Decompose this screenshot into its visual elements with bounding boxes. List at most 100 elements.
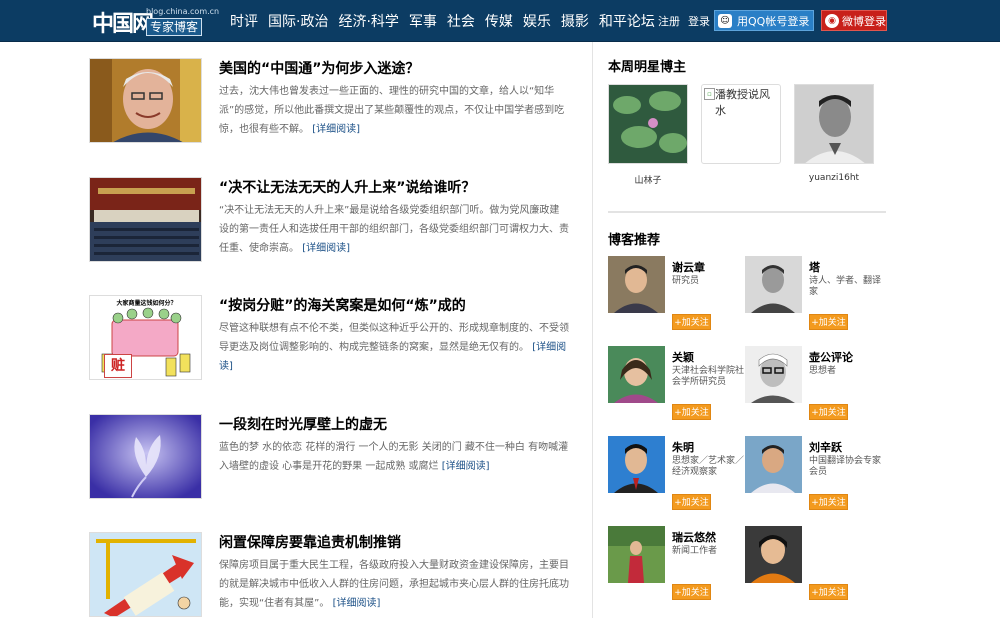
article-title[interactable]: 闲置保障房要靠追责机制推销 [219,532,401,552]
blogger-card: 瑞云悠然 新闻工作者 +加关注 [608,526,743,611]
main-nav: 时评 国际·政治 经济·科学 军事 社会 传媒 娱乐 摄影 和平论坛 [230,0,665,41]
star-blogger-card[interactable]: ▫ 潘教授说风水 [701,84,781,173]
blogger-name[interactable]: 朱明 [672,439,694,455]
bloggers-section-title: 博客推荐 [608,233,661,248]
blogger-desc: 中国翻译协会专家会员 [809,456,882,477]
blogger-desc: 新闻工作者 [672,546,718,556]
article-summary: 尽管这种联想有点不伦不类，但类似这种近乎公开的、形成规章制度的、不受领导更迭及岗… [219,319,569,376]
follow-button[interactable]: +加关注 [672,584,711,600]
article-title[interactable]: 一段刻在时光厚壁上的虚无 [219,414,387,434]
article-summary-text: 过去，沈大伟也曾发表过一些正面的、理性的研究中国的文章，给人以“知华派”的感觉，… [219,86,565,135]
qq-login-button[interactable]: ☺ 用QQ帐号登录 [714,10,814,31]
blogger-name[interactable]: 壶公评论 [809,349,853,365]
blogger-avatar[interactable] [745,436,802,493]
blogger-avatar[interactable] [608,346,665,403]
nav-item-sheying[interactable]: 摄影 [561,11,589,31]
nav-item-shehui[interactable]: 社会 [447,11,475,31]
blogger-avatar[interactable] [608,436,665,493]
blogger-desc: 诗人、学者、翻译家 [809,276,882,297]
auth-links: 注册 登录 [658,0,718,41]
blogger-name[interactable]: 谢云章 [672,259,705,275]
blogger-name[interactable]: 瑞云悠然 [672,529,716,545]
weibo-login-button[interactable]: ◉ 微博登录 [821,10,887,31]
article-summary: 过去，沈大伟也曾发表过一些正面的、理性的研究中国的文章，给人以“知华派”的感觉，… [219,82,569,139]
blogger-name[interactable]: 刘辛跃 [809,439,842,455]
nav-item-guoji-zhengzhi[interactable]: 国际·政治 [268,11,328,31]
follow-button[interactable]: +加关注 [809,494,848,510]
blogger-name[interactable]: 塔 [809,259,820,275]
blogger-desc: 天津社会科学院社会学所研究员 [672,366,745,387]
blogger-card: 塔 诗人、学者、翻译家 +加关注 [745,256,882,341]
nav-item-yule[interactable]: 娱乐 [523,11,551,31]
read-more-link[interactable]: [详细阅读] [333,598,381,609]
star-blogger-avatar[interactable] [608,84,688,164]
thumb-caption: 大家商量这钱如何分？ [116,300,177,307]
blogger-avatar[interactable] [608,526,665,583]
article-thumbnail[interactable] [89,177,202,262]
article-title[interactable]: “决不让无法无天的人升上来”说给谁听？ [219,177,475,197]
article-thumbnail[interactable] [89,58,202,143]
read-more-link[interactable]: [详细阅读] [302,243,350,254]
top-header: 中国网 blog.china.com.cn 专家博客 时评 国际·政治 经济·科… [0,0,1000,42]
article-thumbnail[interactable]: 大家商量这钱如何分？ 赃 [89,295,202,380]
login-link[interactable]: 登录 [688,13,710,29]
stars-section-title: 本周明星博主 [608,60,687,75]
article-title[interactable]: 美国的“中国通”为何步入迷途？ [219,58,419,78]
star-blogger-card[interactable]: 山林子 [608,84,688,186]
follow-button[interactable]: +加关注 [672,314,711,330]
article-title[interactable]: “按岗分赃”的海关窝案是如何“炼”成的 [219,295,466,315]
nav-item-heping-luntan[interactable]: 和平论坛 [599,11,655,31]
broken-image-icon: ▫ [704,88,715,100]
blogger-desc: 研究员 [672,276,700,286]
register-link[interactable]: 注册 [658,13,680,29]
site-logo[interactable]: 中国网 blog.china.com.cn 专家博客 [92,6,242,37]
article-item: 一段刻在时光厚壁上的虚无 蓝色的梦 水的依恋 花样的滑行 一个人的无影 关闭的门… [89,414,579,504]
blogger-desc: 思想家／艺术家／经济观察家 [672,456,745,477]
blogger-card: +加关注 [745,526,880,611]
follow-button[interactable]: +加关注 [809,584,848,600]
article-item: “决不让无法无天的人升上来”说给谁听？ “决不让无法无天的人升上来”最是说给各级… [89,177,579,267]
blogger-avatar[interactable] [745,256,802,313]
blogger-avatar[interactable] [745,346,802,403]
article-summary: 蓝色的梦 水的依恋 花样的滑行 一个人的无影 关闭的门 藏不住一种白 有吻喊灌入… [219,438,569,476]
blogger-card: 壶公评论 思想者 +加关注 [745,346,880,431]
article-summary: “决不让无法无天的人升上来”最是说给各级党委组织部门听。做为党风廉政建设的第一责… [219,201,569,258]
weibo-icon: ◉ [825,14,839,28]
nav-item-junshi[interactable]: 军事 [409,11,437,31]
article-summary-text: 蓝色的梦 水的依恋 花样的滑行 一个人的无影 关闭的门 藏不住一种白 有吻喊灌入… [219,442,569,472]
blogger-avatar[interactable] [608,256,665,313]
logo-text: 中国网 [92,11,154,37]
follow-button[interactable]: +加关注 [809,314,848,330]
follow-button[interactable]: +加关注 [672,404,711,420]
star-blogger-alt-text: 潘教授说风水 [715,88,770,117]
star-blogger-name[interactable]: 山林子 [608,173,688,186]
follow-button[interactable]: +加关注 [672,494,711,510]
article-summary-text: “决不让无法无天的人升上来”最是说给各级党委组织部门听。做为党风廉政建设的第一责… [219,205,569,254]
article-thumbnail[interactable] [89,532,202,617]
star-blogger-avatar[interactable]: ▫ 潘教授说风水 [701,84,781,164]
blogger-avatar[interactable] [745,526,802,583]
nav-item-shiping[interactable]: 时评 [230,11,258,31]
nav-item-jingji-kexue[interactable]: 经济·科学 [338,11,398,31]
nav-item-chuanmei[interactable]: 传媒 [485,11,513,31]
follow-button[interactable]: +加关注 [809,404,848,420]
thumb-sign: 赃 [104,354,132,378]
logo-url: blog.china.com.cn [146,7,220,16]
star-blogger-avatar[interactable] [794,84,874,164]
blogger-card: 关颖 天津社会科学院社会学所研究员 +加关注 [608,346,745,431]
star-blogger-name[interactable]: yuanzi16ht [794,173,874,183]
read-more-link[interactable]: [详细阅读] [312,124,360,135]
article-thumbnail[interactable] [89,414,202,499]
logo-tag: 专家博客 [146,18,203,36]
section-divider [608,211,886,213]
qq-login-label: 用QQ帐号登录 [737,15,810,28]
article-summary-text: 尽管这种联想有点不伦不类，但类似这种近乎公开的、形成规章制度的、不受领导更迭及岗… [219,323,569,353]
star-blogger-card[interactable]: yuanzi16ht [794,84,874,183]
article-item: 闲置保障房要靠追责机制推销 保障房项目属于重大民生工程，各级政府投入大量财政资金… [89,532,579,622]
blogger-name[interactable]: 关颖 [672,349,694,365]
blogger-card: 刘辛跃 中国翻译协会专家会员 +加关注 [745,436,882,521]
blogger-card: 谢云章 研究员 +加关注 [608,256,743,341]
read-more-link[interactable]: [详细阅读] [442,461,490,472]
blogger-card: 朱明 思想家／艺术家／经济观察家 +加关注 [608,436,745,521]
column-divider [592,42,593,618]
